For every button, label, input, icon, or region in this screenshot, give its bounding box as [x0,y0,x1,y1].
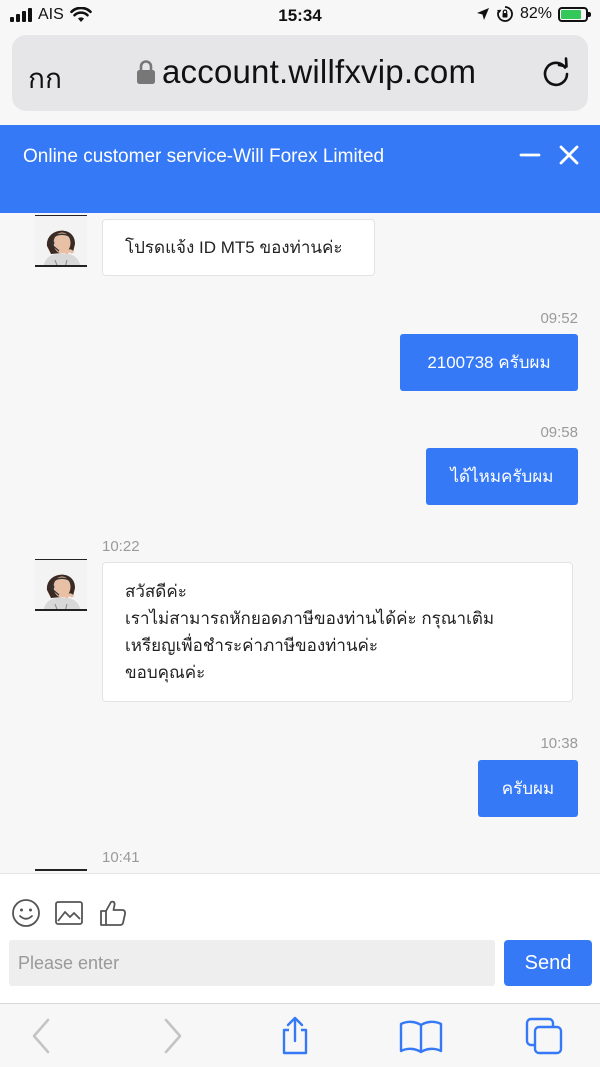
browser-toolbar [0,1003,600,1067]
battery-charging-icon [558,6,591,22]
location-icon [476,8,489,20]
battery-percent: 82% [519,5,552,22]
chat-composer: Send [0,873,600,1003]
message-timestamp: 09:58 [540,424,578,441]
status-bar: AIS 15:34 82% [0,0,600,32]
close-icon[interactable] [557,143,581,167]
share-icon[interactable] [275,1016,315,1056]
message-text: โปรดแจ้ง ID MT5 ของท่านค่ะ [125,238,343,257]
text-size-button[interactable]: กก [28,57,62,101]
message-line: สวัสดีค่ะ [125,582,187,601]
agent-avatar [35,559,87,611]
user-message: 2100738 ครับผม [400,334,578,391]
image-icon[interactable] [54,898,84,928]
message-timestamp: 10:22 [102,538,140,555]
message-input[interactable] [9,940,495,986]
agent-avatar [35,215,87,267]
message-text: ได้ไหมครับผม [450,467,554,486]
forward-icon[interactable] [152,1016,192,1056]
user-message: ได้ไหมครับผม [426,448,578,505]
message-list[interactable]: โปรดแจ้ง ID MT5 ของท่านค่ะ 09:52 2100738… [0,213,600,873]
bookmarks-icon[interactable] [398,1016,444,1056]
message-text: 2100738 ครับผม [427,353,551,372]
minimize-icon[interactable] [518,143,542,167]
orientation-lock-icon [496,6,513,22]
url-text[interactable]: account.willfxvip.com [162,53,476,91]
agent-message: สวัสดีค่ะ เราไม่สามารถหักยอดภาษีของท่านไ… [102,562,573,702]
browser-address-area: กก account.willfxvip.com [0,32,600,125]
message-line: เหรียญเพื่อชำระค่าภาษีของท่านค่ะ [125,636,379,655]
message-line: เราไม่สามารถหักยอดภาษีของท่านได้ค่ะ กรุณ… [125,609,495,628]
emoji-icon[interactable] [11,898,41,928]
reload-icon[interactable] [538,55,574,91]
message-timestamp: 10:41 [102,849,140,866]
user-message: ครับผม [478,760,578,817]
message-timestamp: 09:52 [540,310,578,327]
chat-header: Online customer service-Will Forex Limit… [0,125,600,213]
lock-icon [137,60,155,84]
agent-message: โปรดแจ้ง ID MT5 ของท่านค่ะ [102,219,375,276]
chat-title: Online customer service-Will Forex Limit… [23,146,385,167]
send-button[interactable]: Send [504,940,592,986]
message-line: ขอบคุณค่ะ [125,663,206,682]
tabs-icon[interactable] [524,1016,564,1056]
message-text: ครับผม [501,779,555,798]
thumbs-up-icon[interactable] [98,898,128,928]
address-bar[interactable]: กก account.willfxvip.com [12,35,588,111]
message-timestamp: 10:38 [540,735,578,752]
back-icon[interactable] [22,1016,62,1056]
